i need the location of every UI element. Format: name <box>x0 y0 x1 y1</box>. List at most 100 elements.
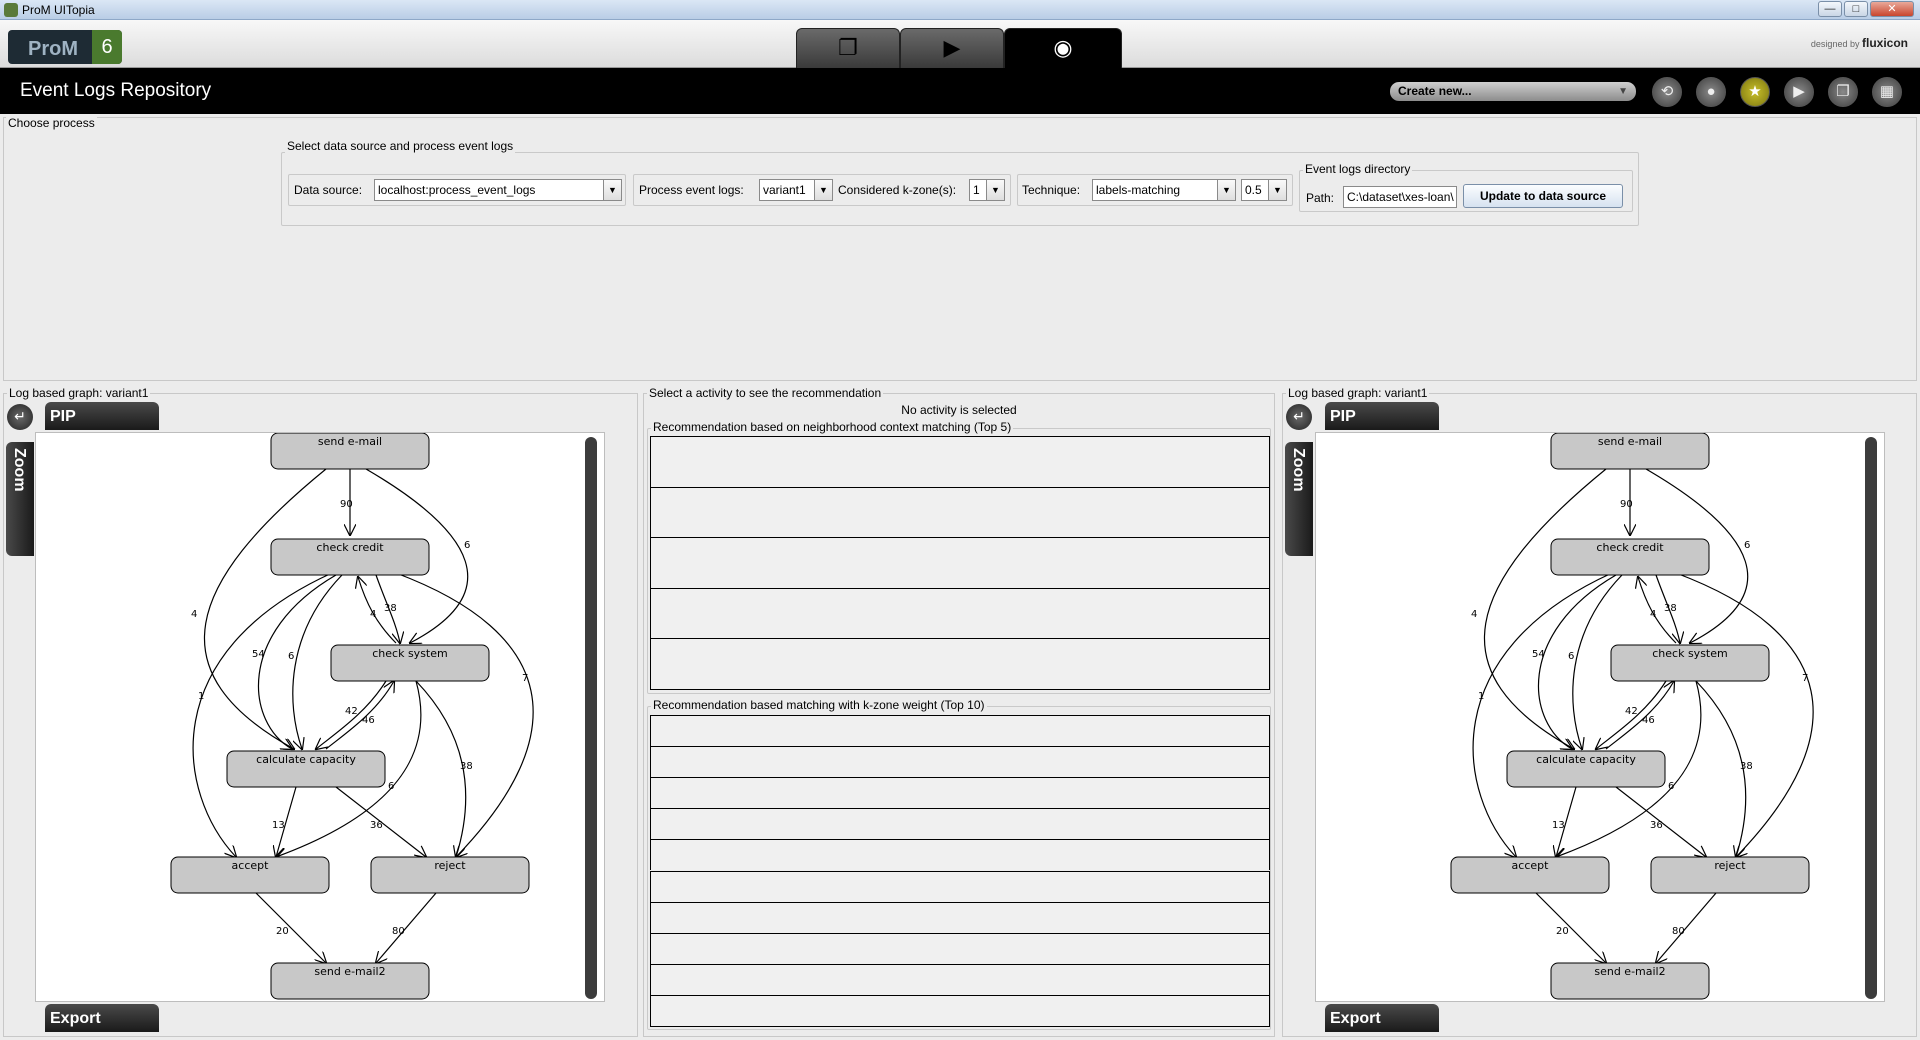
graph-node-check-system[interactable]: check system <box>1610 644 1770 682</box>
edge-label: 7 <box>522 673 528 684</box>
edge-label: 4 <box>1471 609 1477 620</box>
graph-edge[interactable] <box>1483 468 1607 749</box>
graph-edge[interactable] <box>258 574 337 749</box>
copy-icon[interactable]: ❐ <box>1828 77 1858 107</box>
recommendation-row[interactable] <box>650 808 1270 840</box>
play-icon[interactable]: ▶ <box>1784 77 1814 107</box>
left-zoom-tab[interactable]: Zoom <box>6 442 34 556</box>
recommendation-row[interactable] <box>650 486 1270 538</box>
edge-label: 38 <box>460 761 473 772</box>
graph-edge[interactable] <box>1605 681 1674 750</box>
graph-node-check-credit[interactable]: check credit <box>270 538 430 576</box>
left-graph-scrollbar[interactable] <box>585 437 597 999</box>
edge-label: 38 <box>1664 603 1677 614</box>
star-icon[interactable]: ★ <box>1740 77 1770 107</box>
graph-node-label: check system <box>1652 647 1727 660</box>
graph-node-accept[interactable]: accept <box>1450 856 1610 894</box>
right-zoom-tab[interactable]: Zoom <box>1285 442 1313 556</box>
graph-node-send-email[interactable]: send e-mail <box>270 433 430 470</box>
left-pip-tab[interactable]: PIP <box>45 402 159 430</box>
edge-label: 6 <box>1744 540 1750 551</box>
left-graph-canvas[interactable]: 90 6 4 38 4 54 6 1 7 42 46 6 38 13 36 20 80 send e-mail ch… <box>35 432 605 1002</box>
recommendation-row[interactable] <box>650 994 1270 1026</box>
graph-node-accept[interactable]: accept <box>170 856 330 894</box>
edge-label: 42 <box>1625 706 1638 717</box>
graph-node-send-email[interactable]: send e-mail <box>1550 433 1710 470</box>
path-label: Path: <box>1306 191 1335 205</box>
graph-node-check-credit[interactable]: check credit <box>1550 538 1710 576</box>
graph-edge[interactable] <box>255 892 326 963</box>
recommendation-row[interactable] <box>650 870 1270 902</box>
actions-tab[interactable]: ▶ <box>900 28 1004 68</box>
recommendation-status: No activity is selected <box>901 403 1017 417</box>
kzone-select[interactable]: 1 ▼ <box>969 179 1005 201</box>
recommendation-row[interactable] <box>650 777 1270 809</box>
graph-edge[interactable] <box>1656 892 1717 963</box>
graph-edge[interactable] <box>203 468 327 749</box>
threshold-select[interactable]: 0.5 ▼ <box>1241 179 1287 201</box>
graph-node-reject[interactable]: reject <box>1650 856 1810 894</box>
path-input[interactable]: C:\dataset\xes-loan\ <box>1343 186 1457 208</box>
graph-node-send-email2[interactable]: send e-mail2 <box>1550 962 1710 1000</box>
graph-edge[interactable] <box>376 892 437 963</box>
graph-node-send-email2[interactable]: send e-mail2 <box>270 962 430 1000</box>
graph-edge[interactable] <box>1538 574 1617 749</box>
graph-edge[interactable] <box>1695 680 1747 857</box>
edge-label: 46 <box>362 715 375 726</box>
return-icon[interactable]: ↵ <box>7 404 33 430</box>
graph-edge[interactable] <box>1535 892 1606 963</box>
graph-edge[interactable] <box>192 572 333 857</box>
graph-node-check-system[interactable]: check system <box>330 644 490 682</box>
close-button[interactable]: ✕ <box>1870 1 1914 17</box>
edge-label: 54 <box>252 649 265 660</box>
data-source-value: localhost:process_event_logs <box>378 183 536 197</box>
update-to-data-source-button[interactable]: Update to data source <box>1463 184 1623 208</box>
graph-edge[interactable] <box>1472 572 1613 857</box>
maximize-button[interactable]: □ <box>1844 1 1868 17</box>
recommendation-row[interactable] <box>650 901 1270 933</box>
left-export-tab[interactable]: Export <box>45 1004 159 1032</box>
recommendation-row[interactable] <box>650 746 1270 778</box>
graph-node-calculate-capacity[interactable]: calculate capacity <box>226 750 386 788</box>
right-pip-tab[interactable]: PIP <box>1325 402 1439 430</box>
chevron-down-icon: ▼ <box>986 180 1004 200</box>
process-logs-value: variant1 <box>763 183 806 197</box>
edge-label: 90 <box>340 499 353 510</box>
right-graph-scrollbar[interactable] <box>1865 437 1877 999</box>
graph-node-label: reject <box>434 859 466 872</box>
recommendation-row[interactable] <box>650 932 1270 964</box>
right-graph-legend: Log based graph: variant1 <box>1286 386 1430 400</box>
create-new-dropdown[interactable]: Create new... ▼ <box>1390 82 1636 101</box>
graph-edge[interactable] <box>325 681 394 750</box>
process-logs-select[interactable]: variant1 ▼ <box>759 179 833 201</box>
minimize-button[interactable]: — <box>1818 1 1842 17</box>
return-icon[interactable]: ↵ <box>1286 404 1312 430</box>
right-graph-canvas[interactable]: 90 6 4 38 4 54 6 1 7 42 46 6 38 13 36 20 80 send e-mail ch… <box>1315 432 1885 1002</box>
grid-icon[interactable]: ▦ <box>1872 77 1902 107</box>
recommendation-row[interactable] <box>650 963 1270 995</box>
graph-node-reject[interactable]: reject <box>370 856 530 894</box>
edge-label: 20 <box>276 926 289 937</box>
graph-edge[interactable] <box>415 680 467 857</box>
workspace-tab[interactable]: ❐ <box>796 28 900 68</box>
play-icon: ▶ <box>943 35 961 60</box>
right-export-tab[interactable]: Export <box>1325 1004 1439 1032</box>
data-source-select[interactable]: localhost:process_event_logs ▼ <box>374 179 622 201</box>
refresh-icon[interactable]: ⟲ <box>1652 77 1682 107</box>
recommendation-row[interactable] <box>650 638 1270 689</box>
recommendation-row[interactable] <box>650 839 1270 871</box>
recommendation-row[interactable] <box>650 715 1270 747</box>
graph-node-label: accept <box>232 859 270 872</box>
views-tab[interactable]: ◉ <box>1004 28 1122 68</box>
edge-label: 13 <box>272 820 285 831</box>
edge-label: 13 <box>1552 820 1565 831</box>
edge-label: 90 <box>1620 499 1633 510</box>
edge-label: 4 <box>191 609 197 620</box>
recommendation-row[interactable] <box>650 587 1270 639</box>
drop-icon[interactable]: ● <box>1696 77 1726 107</box>
recommendation-row[interactable] <box>650 537 1270 588</box>
graph-node-calculate-capacity[interactable]: calculate capacity <box>1506 750 1666 788</box>
technique-select[interactable]: labels-matching ▼ <box>1092 179 1236 201</box>
recommendation-row[interactable] <box>650 436 1270 487</box>
edge-label: 36 <box>1650 820 1663 831</box>
